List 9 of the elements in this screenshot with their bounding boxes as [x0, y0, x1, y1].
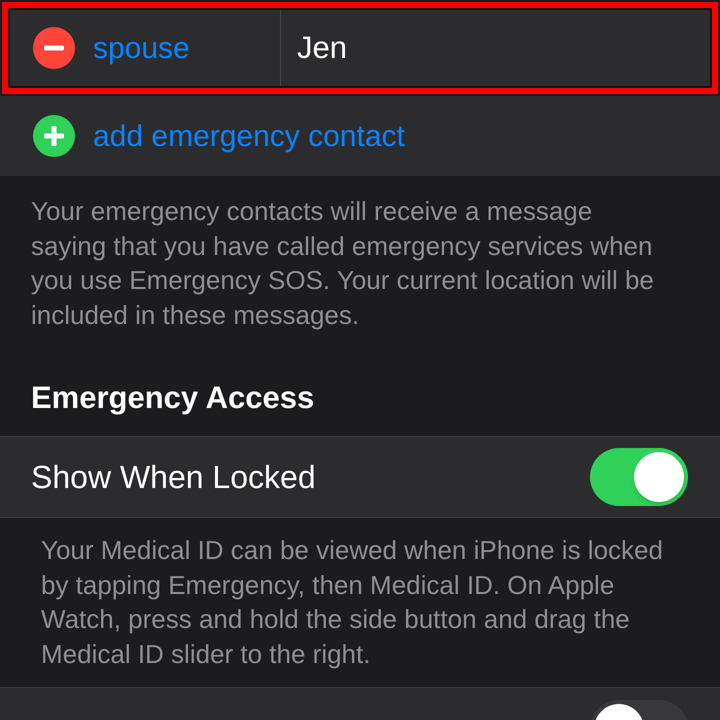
contacts-footer-text: Your emergency contacts will receive a message saying that you have called emergency services when you use Emergency SOS. Your current location will be included in these messages. — [31, 195, 655, 332]
medical-id-footer-text: Your Medical ID can be viewed when iPhone is locked by tapping Emergency, then Medical ID. On Apple Watch, press and hold the side button and drag the Medical ID slider to the right. — [41, 534, 664, 670]
minus-circle-icon[interactable] — [33, 27, 75, 69]
section-heading: Emergency Access — [31, 379, 314, 417]
row-label: Show When Locked — [31, 458, 316, 497]
add-contact-button[interactable]: add emergency contact — [0, 96, 720, 176]
name-field[interactable]: Jen — [281, 10, 710, 86]
plus-circle-icon — [33, 115, 75, 157]
relationship-label[interactable]: spouse — [93, 26, 190, 70]
